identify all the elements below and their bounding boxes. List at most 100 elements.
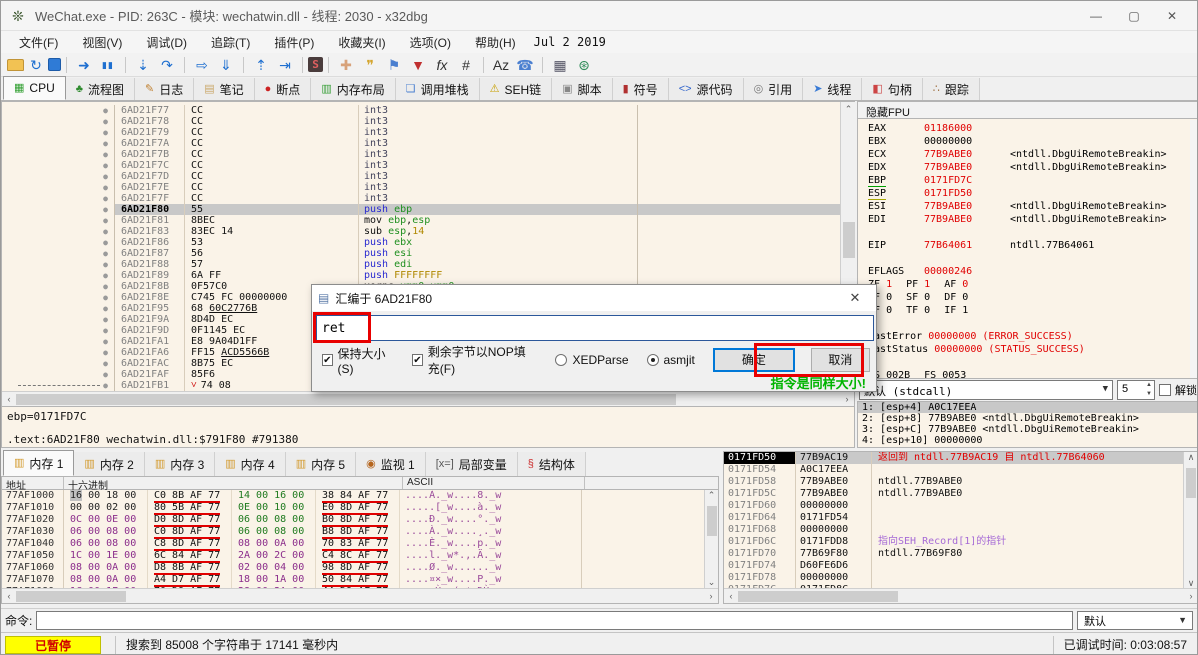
pause-icon[interactable]: ▮▮ (96, 55, 120, 75)
handset-icon[interactable]: ☎ (513, 55, 537, 75)
globe-icon[interactable]: ⊛ (572, 55, 596, 75)
stop-icon[interactable] (48, 58, 61, 71)
breakpoint-dot[interactable]: ● (103, 314, 108, 325)
comments-icon[interactable]: ❞ (358, 55, 382, 75)
scroll-right-arrow[interactable]: › (1184, 591, 1198, 601)
tab-call-stack[interactable]: ❏调用堆栈 (396, 78, 480, 100)
flag-value[interactable]: 002B (886, 370, 910, 379)
step-into-icon[interactable]: ⇣ (131, 55, 155, 75)
stack-row[interactable]: 0171FD6800000000 (724, 524, 1184, 536)
breakpoint-dot[interactable]: ● (103, 226, 108, 237)
run-icon[interactable]: ➜ (72, 55, 96, 75)
tab-handles[interactable]: ◧句柄 (862, 78, 922, 100)
register-row[interactable]: EFLAGS00000246 (868, 265, 1198, 278)
disassembly-row[interactable]: ●6AD21F7ECCint3 (2, 182, 840, 193)
disassembly-row[interactable]: ●6AD21F7DCCint3 (2, 171, 840, 182)
tab-memory-3[interactable]: ▥内存 3 (145, 452, 215, 476)
breakpoint-dot[interactable]: ● (103, 160, 108, 171)
menu-item[interactable]: 追踪(T) (199, 32, 262, 53)
scroll-up-arrow[interactable]: ∧ (1184, 452, 1198, 463)
disassembly-row[interactable]: ●6AD21F7FCCint3 (2, 193, 840, 204)
menu-item[interactable]: 调试(D) (134, 32, 199, 53)
functions-icon[interactable]: fx (430, 55, 454, 75)
text-strings-icon[interactable]: Az (489, 55, 513, 75)
menu-item[interactable]: 帮助(H) (463, 32, 528, 53)
flag-value[interactable]: 0 (924, 305, 930, 316)
disassembly-row[interactable]: ●6AD21F7ACCint3 (2, 138, 840, 149)
stack-row[interactable]: 0171FD6C0171FDD8指向SEH_Record[1]的指针 (724, 536, 1184, 548)
flag-value[interactable]: 0 (886, 305, 892, 316)
disassembly-hscrollbar[interactable]: ‹ › (2, 391, 854, 406)
register-value[interactable]: 77B9ABE0 (924, 161, 1010, 174)
breakpoint-dot[interactable]: ● (103, 347, 108, 358)
minimize-button[interactable]: — (1079, 4, 1113, 28)
breakpoint-dot[interactable]: ● (103, 149, 108, 160)
ok-button[interactable]: 确定 (713, 348, 795, 372)
argument-row[interactable]: 4: [esp+10] 00000000 (858, 435, 1198, 446)
flag-pair[interactable]: SF 0 (906, 291, 930, 304)
breakpoint-dot[interactable]: ● (103, 215, 108, 226)
tab-struct[interactable]: §结构体 (518, 452, 586, 476)
command-input[interactable] (36, 611, 1073, 630)
breakpoint-dot[interactable]: ● (103, 380, 108, 391)
tab-seh-chain[interactable]: ⚠SEH链 (480, 78, 553, 100)
tab-threads[interactable]: ➤线程 (803, 78, 862, 100)
tab-memory-4[interactable]: ▥内存 4 (215, 452, 285, 476)
tab-breakpoints[interactable]: ●断点 (255, 78, 312, 100)
stack-row[interactable]: 0171FD74D60FE6D6 (724, 560, 1184, 572)
execute-till-return-icon[interactable]: ⇥ (273, 55, 297, 75)
scroll-thumb[interactable] (738, 591, 898, 602)
disassembly-row[interactable]: ●6AD21F8055push ebp (2, 204, 840, 215)
stack-row[interactable]: 0171FD5C77B9ABE0ntdll.77B9ABE0 (724, 488, 1184, 500)
patches-icon[interactable]: ✚ (334, 55, 358, 75)
cancel-button[interactable]: 取消 (811, 348, 870, 372)
argument-row[interactable]: 2: [esp+8] 77B9ABE0 <ntdll.DbgUiRemoteBr… (858, 413, 1198, 424)
dialog-title-bar[interactable]: ▤ 汇编于 6AD21F80 ✕ (312, 285, 876, 311)
menu-item[interactable]: 文件(F) (7, 32, 70, 53)
tab-notes[interactable]: ▤笔记 (194, 78, 254, 100)
menu-item[interactable]: 收藏夹(I) (326, 32, 397, 53)
disassembly-row[interactable]: ●6AD21F8756push esi (2, 248, 840, 259)
flag-pair[interactable]: TF 0 (906, 304, 930, 317)
breakpoint-dot[interactable]: ● (103, 171, 108, 182)
breakpoint-dot[interactable]: ● (103, 292, 108, 303)
flag-pair[interactable]: DF 0 (944, 291, 968, 304)
tab-memory-1[interactable]: ▥内存 1 (3, 450, 74, 476)
breakpoint-dot[interactable]: ● (103, 204, 108, 215)
flag-value[interactable]: 1 (886, 279, 892, 290)
register-row[interactable]: EDI77B9ABE0<ntdll.DbgUiRemoteBreakin> (868, 213, 1198, 226)
asmjit-radio-row[interactable]: asmjit (647, 353, 695, 367)
flag-value[interactable]: 1 (962, 305, 968, 316)
stack-row[interactable]: 0171FD7077B69F80ntdll.77B69F80 (724, 548, 1184, 560)
tab-memory-5[interactable]: ▥内存 5 (286, 452, 356, 476)
breakpoint-dot[interactable]: ● (103, 303, 108, 314)
unlock-checkbox-row[interactable]: 解锁 (1159, 382, 1197, 398)
register-value[interactable]: 77B9ABE0 (924, 200, 1010, 213)
fill-nop-checkbox-row[interactable]: ✔剩余字节以NOP填充(F) (412, 343, 535, 377)
assemble-instruction-input[interactable] (316, 315, 874, 341)
disassembly-row[interactable]: ●6AD21F8857push edi (2, 259, 840, 270)
register-row[interactable]: EIP77B64061ntdll.77B64061 (868, 239, 1198, 252)
tab-memory-2[interactable]: ▥内存 2 (74, 452, 144, 476)
step-out-icon[interactable]: ⇡ (249, 55, 273, 75)
flag-pair[interactable]: AF 0 (944, 278, 968, 291)
register-row[interactable]: EBX00000000 (868, 135, 1198, 148)
argument-row[interactable]: 1: [esp+4] A0C17EEA (858, 402, 1198, 413)
calculator-icon[interactable]: ▦ (548, 55, 572, 75)
disassembly-row[interactable]: ●6AD21F896A FFpush FFFFFFFF (2, 270, 840, 281)
tab-watch-1[interactable]: ◉监视 1 (356, 452, 426, 476)
scroll-thumb[interactable] (16, 394, 676, 405)
breakpoint-dot[interactable]: ● (103, 127, 108, 138)
menu-item[interactable]: 插件(P) (262, 32, 326, 53)
calling-convention-select[interactable]: 默认 (stdcall)▼ (859, 380, 1113, 400)
breakpoint-dot[interactable]: ● (103, 105, 108, 116)
breakpoint-dot[interactable]: ● (103, 369, 108, 380)
command-combo[interactable]: 默认▼ (1077, 611, 1193, 630)
breakpoint-dot[interactable]: ● (103, 182, 108, 193)
scroll-left-arrow[interactable]: ‹ (2, 591, 16, 601)
registers-vscrollbar[interactable] (1190, 120, 1198, 378)
breakpoint-dot[interactable]: ● (103, 336, 108, 347)
dump-row[interactable]: 77AF10501C 00 1E 006C 84 AF 772A 00 2C 0… (2, 550, 706, 562)
maximize-button[interactable]: ▢ (1117, 4, 1151, 28)
register-value[interactable]: 0171FD7C (924, 174, 1010, 187)
